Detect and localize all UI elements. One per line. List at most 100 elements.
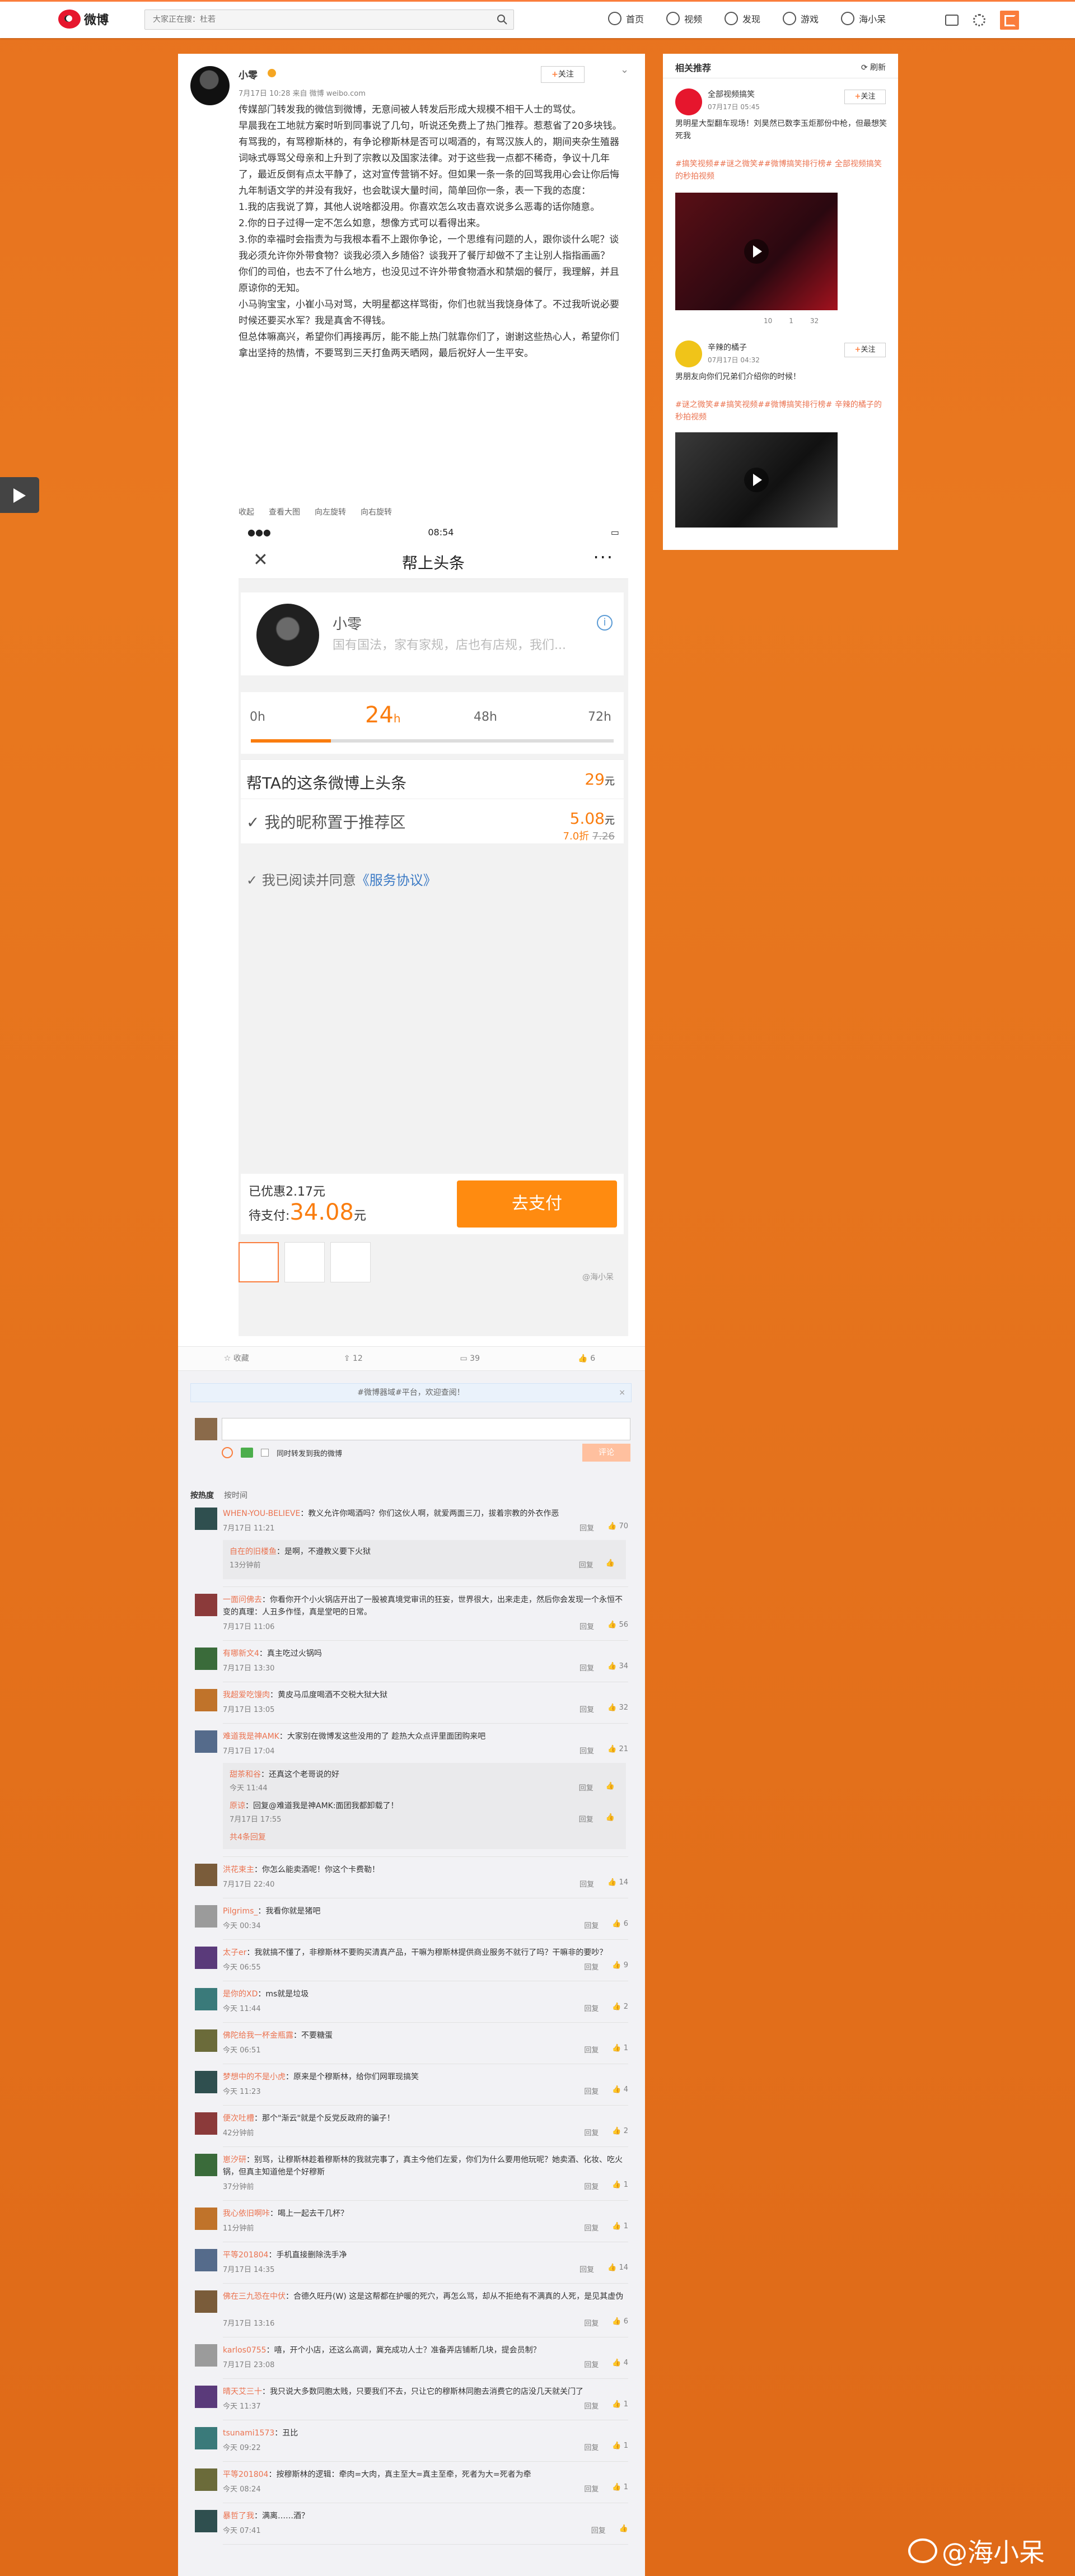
nav-discover[interactable]: 发现 bbox=[725, 12, 760, 25]
comment-like-button[interactable]: 👍 34 bbox=[607, 1662, 628, 1673]
commenter-name[interactable]: 有哪新文4 bbox=[223, 1649, 259, 1658]
sidebar-avatar[interactable] bbox=[675, 88, 702, 115]
commenter-avatar[interactable] bbox=[195, 2208, 217, 2230]
replier-name[interactable]: 甜茶和谷 bbox=[230, 1770, 261, 1779]
comment-like-button[interactable]: 👍 21 bbox=[607, 1745, 628, 1756]
commenter-avatar[interactable] bbox=[195, 1947, 217, 1969]
commenter-avatar[interactable] bbox=[195, 2427, 217, 2449]
sidebar-author[interactable]: 辛辣的橘子 bbox=[708, 342, 747, 353]
author-avatar[interactable] bbox=[190, 66, 230, 105]
commenter-avatar[interactable] bbox=[195, 2510, 217, 2532]
repost-button[interactable]: ⇪ 12 bbox=[295, 1347, 412, 1370]
reply-button[interactable]: 回复 bbox=[584, 2442, 599, 2452]
reply-button[interactable]: 回复 bbox=[584, 2181, 599, 2191]
sync-checkbox[interactable] bbox=[261, 1449, 269, 1457]
reply-button[interactable]: 回复 bbox=[584, 2359, 599, 2369]
thumbs-up-icon[interactable]: 👍 bbox=[606, 1559, 615, 1570]
commenter-name[interactable]: 太子er bbox=[223, 1948, 246, 1957]
like-button[interactable]: 👍 6 bbox=[529, 1347, 646, 1370]
comment-like-button[interactable]: 👍 1 bbox=[612, 2483, 628, 2494]
commenter-name[interactable]: 佛在三九恐在中伏 bbox=[223, 2292, 286, 2301]
reply-button[interactable]: 回复 bbox=[579, 1782, 593, 1793]
commenter-avatar[interactable] bbox=[195, 1730, 217, 1753]
comment-like-button[interactable]: 👍 bbox=[619, 2524, 628, 2535]
sidebar-avatar[interactable] bbox=[675, 340, 702, 367]
compose-icon[interactable] bbox=[1000, 11, 1019, 30]
image-icon[interactable] bbox=[241, 1448, 253, 1458]
sidebar-video[interactable] bbox=[675, 432, 838, 528]
repost-count[interactable]: 10 bbox=[764, 317, 772, 325]
comment-button[interactable]: ▭ 39 bbox=[412, 1347, 529, 1370]
reply-button[interactable]: 回复 bbox=[579, 2264, 594, 2274]
commenter-name[interactable]: 佛陀给我一杯金瓶露 bbox=[223, 2031, 293, 2040]
commenter-avatar[interactable] bbox=[195, 2029, 217, 2052]
chevron-down-icon[interactable]: ⌄ bbox=[620, 64, 629, 76]
comment-like-button[interactable]: 👍 1 bbox=[612, 2044, 628, 2055]
reply-button[interactable]: 回复 bbox=[591, 2524, 606, 2535]
commenter-name[interactable]: 我超爱吃馒肉 bbox=[223, 1691, 270, 1700]
follow-button[interactable]: +关注 bbox=[541, 66, 585, 83]
commenter-avatar[interactable] bbox=[195, 1648, 217, 1670]
reply-button[interactable]: 回复 bbox=[584, 2044, 599, 2055]
replier-name[interactable]: 原谅 bbox=[230, 1802, 245, 1810]
sidebar-author[interactable]: 全部视频搞笑 bbox=[708, 88, 755, 100]
sidebar-follow-button[interactable]: +关注 bbox=[844, 343, 886, 357]
message-icon[interactable] bbox=[945, 15, 959, 26]
commenter-name[interactable]: 崽汐研 bbox=[223, 2155, 246, 2164]
comment-like-button[interactable]: 👍 1 bbox=[612, 2222, 628, 2233]
comment-like-button[interactable]: 👍 4 bbox=[612, 2359, 628, 2369]
commenter-avatar[interactable] bbox=[195, 1508, 217, 1530]
comment-like-button[interactable]: 👍 1 bbox=[612, 2442, 628, 2452]
collapse-image-link[interactable]: 收起 bbox=[239, 506, 254, 517]
gear-icon[interactable] bbox=[973, 14, 985, 26]
reply-button[interactable]: 回复 bbox=[584, 1961, 599, 1972]
comment-like-button[interactable]: 👍 1 bbox=[612, 2400, 628, 2411]
reply-button[interactable]: 回复 bbox=[584, 2003, 599, 2013]
sidebar-post-tags[interactable]: #谜之微笑##搞笑视频##微博搞笑排行榜# 辛辣的橘子的秒拍视频 bbox=[675, 399, 888, 423]
comment-like-button[interactable]: 👍 56 bbox=[607, 1621, 628, 1631]
sidebar-post-tags[interactable]: #搞笑视频##谜之微笑##微博搞笑排行榜# 全部视频搞笑的秒拍视频 bbox=[675, 158, 888, 183]
commenter-name[interactable]: 是你的XD bbox=[223, 1990, 258, 1999]
commenter-avatar[interactable] bbox=[195, 1905, 217, 1928]
commenter-name[interactable]: WHEN-YOU-BELIEVE bbox=[223, 1509, 300, 1518]
commenter-avatar[interactable] bbox=[195, 1988, 217, 2010]
close-icon[interactable]: × bbox=[619, 1384, 625, 1402]
comment-like-button[interactable]: 👍 14 bbox=[607, 2264, 628, 2274]
nav-video[interactable]: 视频 bbox=[666, 12, 702, 25]
search-icon[interactable] bbox=[497, 14, 508, 25]
reply-button[interactable]: 回复 bbox=[584, 2127, 599, 2138]
commenter-avatar[interactable] bbox=[195, 1594, 217, 1616]
sort-time-tab[interactable]: 按时间 bbox=[224, 1490, 247, 1501]
reply-button[interactable]: 回复 bbox=[584, 2317, 599, 2328]
comment-like-button[interactable]: 👍 2 bbox=[612, 2003, 628, 2013]
thumbnail[interactable] bbox=[330, 1242, 371, 1282]
more-replies-link[interactable]: 共4条回复 bbox=[230, 1831, 266, 1842]
commenter-avatar[interactable] bbox=[195, 2290, 217, 2313]
commenter-name[interactable]: Pilgrims_ bbox=[223, 1907, 258, 1916]
rotate-right-link[interactable]: 向右旋转 bbox=[361, 506, 392, 517]
commenter-avatar[interactable] bbox=[195, 1864, 217, 1886]
commenter-avatar[interactable] bbox=[195, 1689, 217, 1711]
commenter-name[interactable]: 平等201804 bbox=[223, 2251, 268, 2260]
commenter-name[interactable]: 晴天艾三十 bbox=[223, 2387, 262, 2396]
thumbnail[interactable] bbox=[239, 1242, 279, 1282]
commenter-name[interactable]: 平等201804 bbox=[223, 2470, 268, 2479]
commenter-name[interactable]: karlos0755 bbox=[223, 2346, 267, 2355]
commenter-name[interactable]: 便次吐槽 bbox=[223, 2114, 254, 2123]
reply-button[interactable]: 回复 bbox=[579, 1662, 594, 1673]
commenter-avatar[interactable] bbox=[195, 2386, 217, 2408]
commenter-name[interactable]: 难道我是神AMK bbox=[223, 1732, 279, 1741]
reply-button[interactable]: 回复 bbox=[579, 1704, 594, 1714]
comment-like-button[interactable]: 👍 6 bbox=[612, 1920, 628, 1930]
emoji-icon[interactable] bbox=[222, 1447, 233, 1458]
reply-button[interactable]: 回复 bbox=[579, 1745, 594, 1756]
commenter-name[interactable]: 梦想中的不是小虎 bbox=[223, 2073, 286, 2082]
comment-like-button[interactable]: 👍 70 bbox=[607, 1522, 628, 1533]
thumbs-up-icon[interactable]: 👍 bbox=[606, 1813, 615, 1824]
commenter-name[interactable]: tsunami1573 bbox=[223, 2429, 274, 2438]
reply-button[interactable]: 回复 bbox=[584, 2085, 599, 2096]
weibo-logo[interactable]: 微博 bbox=[58, 10, 109, 29]
nav-home[interactable]: 首页 bbox=[608, 12, 644, 25]
commenter-avatar[interactable] bbox=[195, 2249, 217, 2271]
favorite-button[interactable]: ☆ 收藏 bbox=[178, 1347, 295, 1370]
